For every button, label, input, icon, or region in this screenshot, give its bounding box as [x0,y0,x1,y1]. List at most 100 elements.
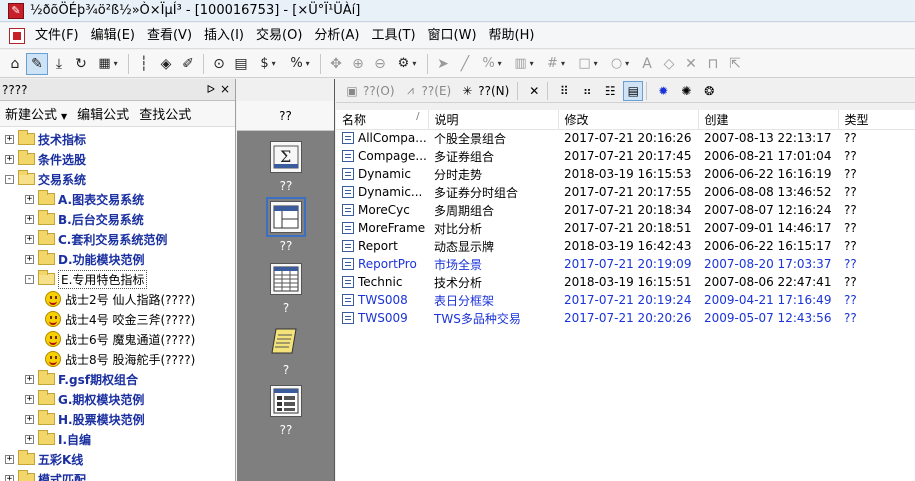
expand-icon[interactable]: ⇱ [724,53,746,75]
table-row[interactable]: MoreFrame 对比分析 2017-07-21 20:18:51 2007-09-… [336,219,915,237]
close-pane-icon[interactable]: × [220,82,230,96]
small-icons-view-icon[interactable]: ⠶ [577,81,597,101]
table-row[interactable]: MoreCyc 多周期组合 2017-07-21 20:18:34 2007-08-0… [336,201,915,219]
tree-item[interactable]: 战士8号 股海舵手(????) [45,349,195,369]
tree-item[interactable]: + F.gsf期权组合 [25,369,138,389]
eraser-icon[interactable]: ◇ [658,53,680,75]
candlestick-icon[interactable]: ┆ [133,53,155,75]
table-row[interactable]: Dynamic 分时走势 2018-03-19 16:15:53 2006-06-22… [336,165,915,183]
play-icon[interactable]: ⊙ [208,53,230,75]
tree-item[interactable]: 战士4号 咬金三斧(????) [45,309,195,329]
gear-icon[interactable]: ✹ [653,81,673,101]
menu-tools[interactable]: 工具(T) [365,23,421,49]
tree-item[interactable]: + 五彩K线 [5,449,83,469]
expand-icon[interactable]: + [25,254,34,264]
expand-icon[interactable]: + [25,434,34,444]
app-logo-icon[interactable]: ✎ [8,2,24,19]
edit-button[interactable]: ⩘ ??(E) [403,83,451,99]
text-icon[interactable]: A [636,53,658,75]
column-header-created[interactable]: 创建 [698,110,839,130]
table-row[interactable]: TWS009 TWS多品种交易 2017-07-21 20:20:26 2009-05… [336,309,915,327]
new-button[interactable]: ✳ ??(N) [459,83,509,99]
lock-icon[interactable]: ⊓ [702,53,724,75]
expand-icon[interactable]: + [25,374,34,384]
expand-icon[interactable]: + [25,414,34,424]
tree-item[interactable]: + A.图表交易系统 [25,189,144,209]
table-row[interactable]: ReportPro 市场全景 2017-07-21 20:19:09 2007-08-… [336,255,915,273]
home-icon[interactable]: ⌂ [4,53,26,75]
menu-file[interactable]: 文件(F) [29,23,85,49]
tree-item[interactable]: + G.期权模块范例 [25,389,144,409]
settings-alt-icon[interactable]: ✺ [676,81,696,101]
list-view-icon[interactable]: ☷ [600,81,620,101]
square-icon[interactable]: □ ▾ [572,53,604,75]
zoom-out-icon[interactable]: ⊖ [369,53,391,75]
edit-icon[interactable]: ✐ [177,53,199,75]
category-item-layout[interactable]: ?? [237,197,335,253]
table-row[interactable]: Report 动态显示牌 2018-03-19 16:42:43 2006-06-22… [336,237,915,255]
hash-icon[interactable]: # ▾ [540,53,572,75]
pencil-icon[interactable]: ✎ [26,52,48,75]
tree-item[interactable]: + 技术指标 [5,129,86,149]
collapse-icon[interactable]: - [25,274,34,284]
alert-icon[interactable]: ◈ [155,53,177,75]
tree-item[interactable]: + 条件选股 [5,149,86,169]
expand-icon[interactable]: + [5,154,14,164]
column-header-modified[interactable]: 修改 [558,110,699,130]
column-header-name[interactable]: 名称 / [336,110,429,130]
menu-help[interactable]: 帮助(H) [483,23,541,49]
new-formula-button[interactable]: 新建公式 ▼ [5,104,67,123]
zoom-in-icon[interactable]: ⊕ [347,53,369,75]
table-row[interactable]: Compage... 多证券组合 2017-07-21 20:17:45 2006-0… [336,147,915,165]
tree-item[interactable]: + I.自编 [25,429,91,449]
expand-icon[interactable]: + [5,134,14,144]
line-icon[interactable]: ╱ [454,53,476,75]
grid-icon[interactable]: ▦ ▾ [92,53,124,75]
tree-item[interactable]: + 模式匹配 [5,469,86,481]
category-item-list[interactable]: ?? [237,385,335,437]
column-header-description[interactable]: 说明 [428,110,559,130]
circle-icon[interactable]: ○ ▾ [604,53,636,75]
document-menu-icon[interactable] [9,27,25,44]
category-item-formula[interactable]: Σ ?? [237,141,335,193]
tree-item[interactable]: 战士6号 魔鬼通道(????) [45,329,195,349]
pin-icon[interactable]: ᐅ [207,83,215,96]
delete-icon[interactable]: ✕ [524,81,544,101]
settings-icon[interactable]: ⚙ ▾ [391,53,423,75]
menu-analysis[interactable]: 分析(A) [308,23,365,49]
table-row[interactable]: TWS008 表日分框架 2017-07-21 20:19:24 2009-04-21… [336,291,915,309]
column-header-type[interactable]: 类型 [838,110,915,130]
brain-icon[interactable]: ❂ [699,81,719,101]
edit-formula-button[interactable]: 编辑公式 [77,104,129,123]
expand-icon[interactable]: + [25,214,34,224]
close-icon[interactable]: ✕ [680,53,702,75]
expand-icon[interactable]: + [25,394,34,404]
tree-item[interactable]: + C.套利交易系统范例 [25,229,167,249]
menu-window[interactable]: 窗口(W) [422,23,483,49]
download-icon[interactable]: ⤓ [48,53,70,75]
expand-icon[interactable]: + [5,474,14,481]
category-item-scroll[interactable]: ? [237,325,335,377]
tree-item[interactable]: - E.专用特色指标 [25,269,148,289]
document-icon[interactable]: ▤ [230,53,252,75]
refresh-icon[interactable]: ↻ [70,53,92,75]
bars-icon[interactable]: ▥ ▾ [508,53,540,75]
table-row[interactable]: AllCompa... 个股全景组合 2017-07-21 20:16:26 2007… [336,129,915,147]
move-icon[interactable]: ✥ [325,53,347,75]
expand-icon[interactable]: + [5,454,14,464]
tree-item[interactable]: + B.后台交易系统 [25,209,144,229]
menu-trade[interactable]: 交易(O) [250,23,308,49]
expand-icon[interactable]: + [25,194,34,204]
table-row[interactable]: Dynamic... 多证券分时组合 2017-07-21 20:17:55 2006… [336,183,915,201]
tree-item[interactable]: 战士2号 仙人指路(????) [45,289,195,309]
tree-item[interactable]: + D.功能模块范例 [25,249,145,269]
details-view-icon[interactable]: ▤ [623,80,644,101]
menu-edit[interactable]: 编辑(E) [85,23,141,49]
tree-item[interactable]: + H.股票模块范例 [25,409,145,429]
pointer-icon[interactable]: ➤ [432,53,454,75]
collapse-icon[interactable]: - [5,174,14,184]
dollar-icon[interactable]: $ ▾ [252,53,284,75]
expand-icon[interactable]: + [25,234,34,244]
percent-icon[interactable]: % ▾ [284,53,316,75]
tree-item[interactable]: - 交易系统 [5,169,86,189]
